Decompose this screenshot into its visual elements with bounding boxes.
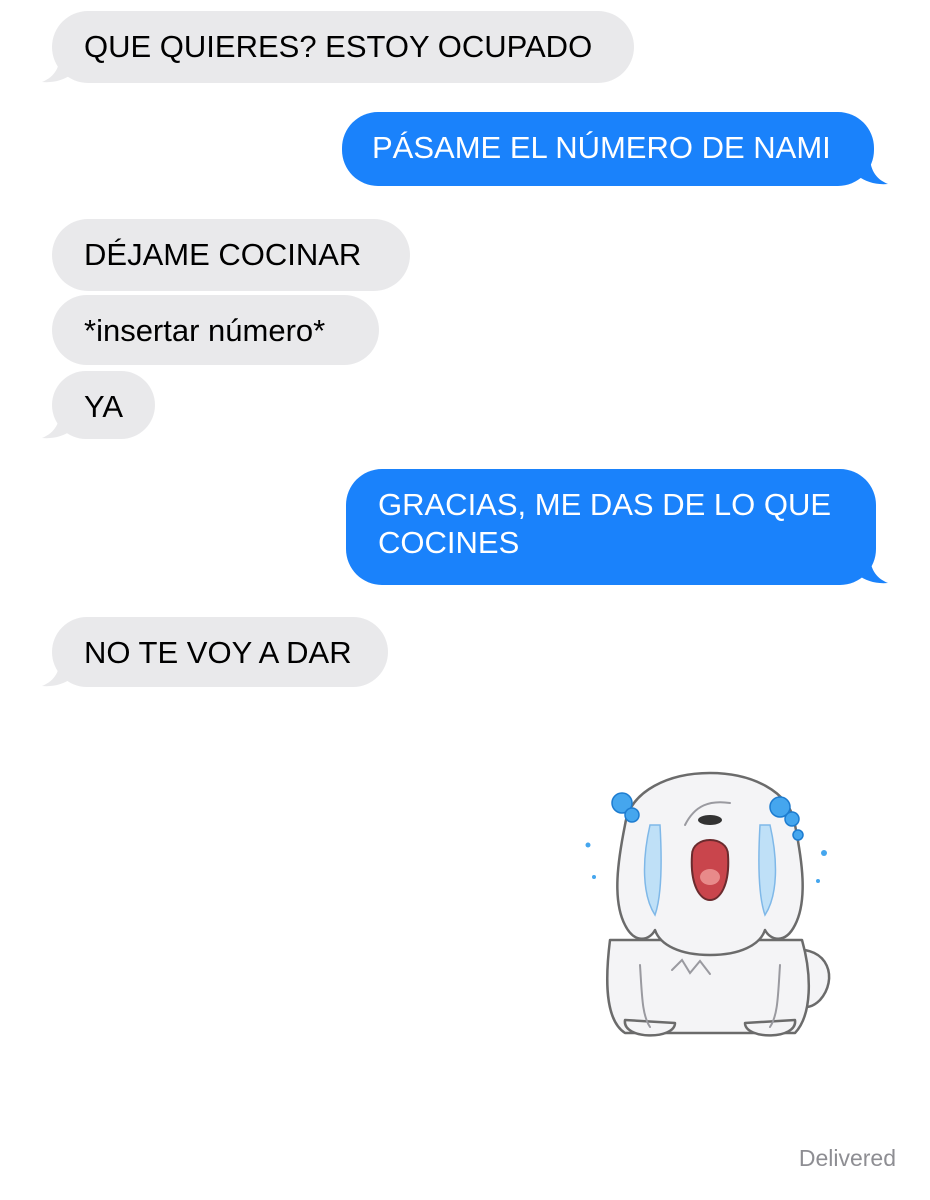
message-bubble-outgoing[interactable]: GRACIAS, ME DAS DE LO QUE COCINES <box>346 469 876 585</box>
message-text: NO TE VOY A DAR <box>84 635 352 670</box>
message-text: YA <box>84 389 124 424</box>
message-text: *insertar número* <box>84 313 326 348</box>
bubble-tail-incoming <box>42 54 72 83</box>
bubble-tail-outgoing <box>858 156 888 185</box>
delivered-status: Delivered <box>798 1145 896 1171</box>
message-bubble-incoming[interactable]: QUE QUIERES? ESTOY OCUPADO <box>52 11 634 83</box>
message-bubble-incoming[interactable]: NO TE VOY A DAR <box>52 617 388 687</box>
message-bubble-outgoing[interactable]: PÁSAME EL NÚMERO DE NAMI <box>342 112 874 186</box>
message-bubble-incoming[interactable]: DÉJAME COCINAR <box>52 219 410 291</box>
bubble-tail-incoming <box>42 410 72 439</box>
bubble-tail-incoming <box>42 658 72 687</box>
message-text: DÉJAME COCINAR <box>84 237 362 272</box>
message-text: GRACIAS, ME DAS DE LO QUE COCINES <box>378 487 832 560</box>
bubble-tail-outgoing <box>858 555 888 584</box>
crying-dog-sticker-icon[interactable] <box>580 765 840 1045</box>
message-bubble-incoming[interactable]: *insertar número* <box>52 295 379 365</box>
message-text: QUE QUIERES? ESTOY OCUPADO <box>84 29 593 64</box>
message-text: PÁSAME EL NÚMERO DE NAMI <box>372 130 831 165</box>
